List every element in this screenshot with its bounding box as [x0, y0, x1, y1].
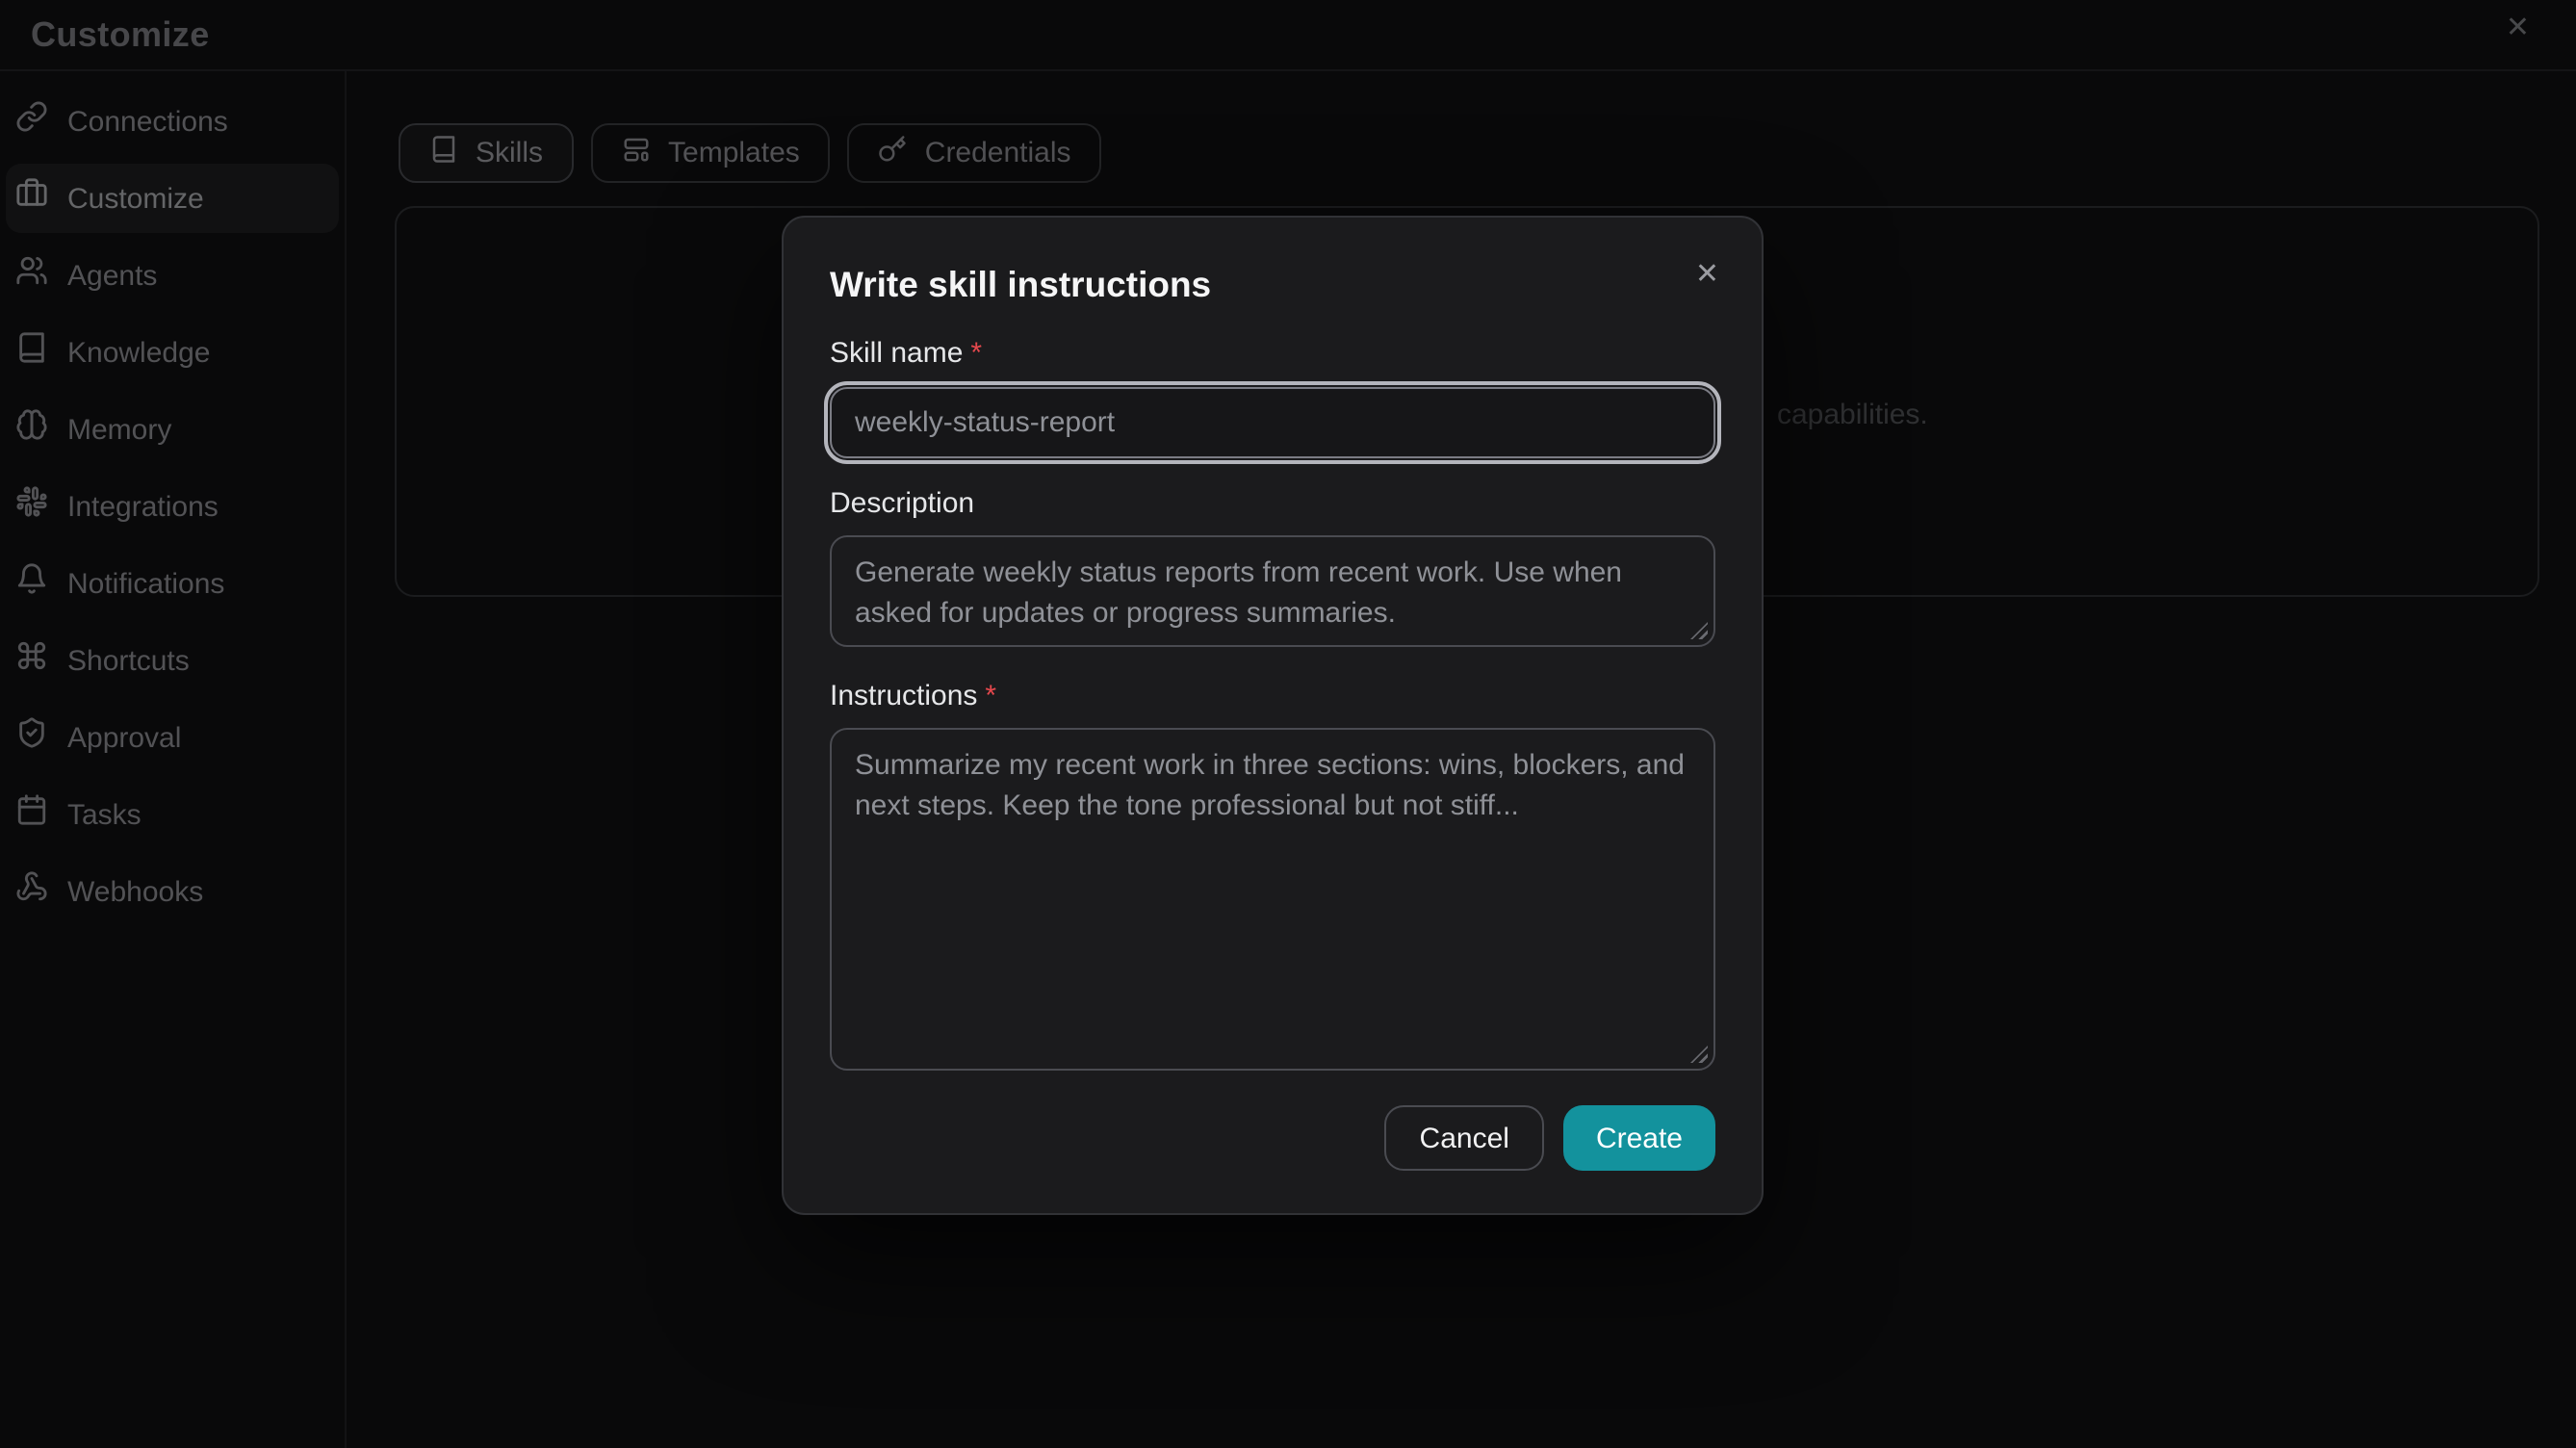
instructions-field-wrap [830, 728, 1715, 1071]
description-textarea[interactable] [830, 535, 1715, 647]
skill-name-input[interactable] [830, 387, 1715, 458]
field-label-text: Description [830, 487, 974, 520]
instructions-label: Instructions* [830, 680, 1715, 714]
cancel-button[interactable]: Cancel [1385, 1105, 1544, 1171]
modal-title: Write skill instructions [830, 264, 1715, 306]
description-field-wrap [830, 535, 1715, 647]
create-button[interactable]: Create [1563, 1105, 1715, 1171]
instructions-textarea[interactable] [830, 728, 1715, 1071]
field-label-text: Instructions [830, 680, 977, 712]
required-marker: * [985, 680, 996, 712]
stage: Customize ✕ Connections Customize Agents… [0, 0, 2576, 1448]
required-marker: * [970, 337, 982, 370]
skill-instructions-modal: ✕ Write skill instructions Skill name* D… [782, 216, 1764, 1215]
close-icon[interactable]: ✕ [1691, 256, 1723, 293]
description-label: Description [830, 487, 1715, 522]
field-label-text: Skill name [830, 337, 963, 370]
modal-actions: Cancel Create [830, 1105, 1715, 1171]
app-root: Customize ✕ Connections Customize Agents… [0, 0, 2576, 1448]
skill-name-label: Skill name* [830, 337, 1715, 372]
